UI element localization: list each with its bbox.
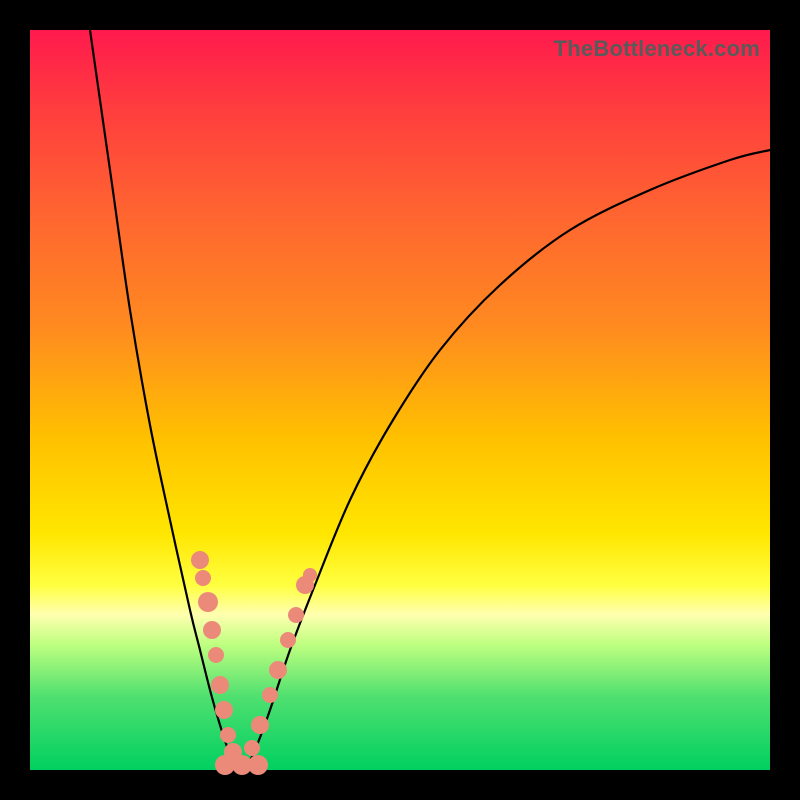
data-point: [248, 755, 268, 775]
data-point: [280, 632, 296, 648]
data-point: [208, 647, 224, 663]
data-point: [195, 570, 211, 586]
data-point: [262, 687, 278, 703]
data-point: [303, 568, 317, 582]
curve-layer: [90, 30, 770, 770]
curve-right-curve: [245, 150, 770, 770]
data-point: [251, 716, 269, 734]
chart-area: TheBottleneck.com: [30, 30, 770, 770]
data-point: [215, 701, 233, 719]
data-point: [288, 607, 304, 623]
data-point: [220, 727, 236, 743]
chart-svg: [30, 30, 770, 770]
data-point: [198, 592, 218, 612]
data-point: [203, 621, 221, 639]
scatter-layer: [191, 551, 317, 775]
data-point: [211, 676, 229, 694]
data-point: [269, 661, 287, 679]
data-point: [244, 740, 260, 756]
data-point: [191, 551, 209, 569]
